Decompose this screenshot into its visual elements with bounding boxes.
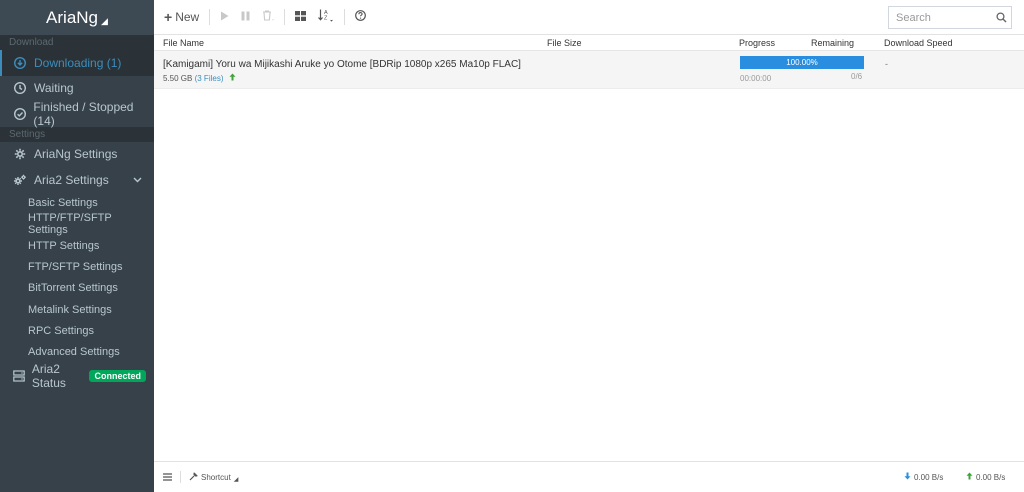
- sidebar-item-label: Downloading (1): [34, 55, 122, 70]
- sidebar-subitem-http[interactable]: HTTP Settings: [0, 235, 154, 256]
- sidebar-item-finished[interactable]: Finished / Stopped (14): [0, 99, 154, 128]
- task-remaining-time: 00:00:00: [740, 74, 772, 83]
- search-input[interactable]: [889, 11, 993, 24]
- global-upload-speed: 0.00 B/s: [966, 472, 1005, 482]
- sidebar-item-ariang-settings[interactable]: AriaNg Settings: [0, 142, 154, 168]
- start-button[interactable]: [214, 0, 235, 35]
- status-badge: Connected: [89, 369, 146, 382]
- table-header: File Name File Size Progress Remaining D…: [154, 35, 1024, 51]
- new-button[interactable]: + New: [158, 0, 205, 35]
- caret-down-icon: ◢: [233, 477, 239, 483]
- chevron-down-icon: [133, 175, 142, 185]
- play-icon: [220, 10, 229, 24]
- check-circle-icon: [11, 107, 28, 120]
- toolbar-divider: [344, 9, 346, 25]
- column-header-progress[interactable]: Progress: [739, 38, 775, 48]
- display-order-button[interactable]: [289, 0, 312, 35]
- search-icon[interactable]: [993, 12, 1011, 23]
- column-header-download-speed[interactable]: Download Speed: [884, 38, 953, 48]
- column-header-remaining[interactable]: Remaining: [811, 38, 854, 48]
- sidebar-item-aria2-settings[interactable]: Aria2 Settings: [0, 167, 154, 193]
- sidebar-item-downloading[interactable]: Downloading (1): [0, 50, 154, 76]
- arrow-up-icon: [229, 73, 236, 83]
- delete-button[interactable]: [256, 0, 280, 35]
- sort-button[interactable]: AZ: [312, 0, 340, 35]
- sidebar-subitem-bittorrent[interactable]: BitTorrent Settings: [0, 278, 154, 299]
- toolbar-divider: [284, 9, 286, 25]
- pause-button[interactable]: [235, 0, 256, 35]
- toolbar: + New AZ: [154, 0, 1024, 35]
- global-download-speed: 0.00 B/s: [904, 472, 943, 482]
- sidebar-subitem-ftp-sftp[interactable]: FTP/SFTP Settings: [0, 256, 154, 277]
- arrow-circle-down-icon: [11, 56, 29, 69]
- help-button[interactable]: [349, 0, 372, 35]
- sidebar-item-label: Aria2 Settings: [34, 172, 109, 187]
- svg-text:Z: Z: [324, 16, 328, 22]
- arrow-down-icon: [904, 472, 911, 482]
- task-download-speed: -: [885, 59, 888, 69]
- column-header-file-name[interactable]: File Name: [163, 38, 204, 48]
- sidebar-subitem-rpc[interactable]: RPC Settings: [0, 320, 154, 341]
- grid-icon: [295, 10, 307, 24]
- table-row[interactable]: [Kamigami] Yoru wa Mijikashi Aruke yo Ot…: [154, 51, 1024, 89]
- sidebar-item-aria2-status[interactable]: Aria2 Status Connected: [0, 361, 154, 390]
- task-meta: 5.50 GB (3 Files): [163, 73, 236, 83]
- progress-bar: 100.00%: [740, 56, 864, 69]
- sort-alpha-icon: AZ: [318, 9, 334, 25]
- sidebar-item-label: Waiting: [34, 81, 74, 96]
- toolbar-divider: [209, 9, 211, 25]
- shortcut-button[interactable]: Shortcut ◢: [189, 471, 238, 483]
- sidebar-item-label: AriaNg Settings: [34, 147, 118, 162]
- task-files-link[interactable]: (3 Files): [195, 74, 224, 83]
- column-header-file-size[interactable]: File Size: [547, 38, 582, 48]
- arrow-up-icon: [966, 472, 973, 482]
- upload-speed-value: 0.00 B/s: [976, 472, 1006, 482]
- task-pieces: 0/6: [851, 72, 863, 81]
- download-speed-value: 0.00 B/s: [914, 472, 944, 482]
- plus-icon: +: [164, 9, 173, 25]
- section-header-download: Download: [0, 35, 154, 50]
- gears-icon: [11, 174, 29, 186]
- server-icon: [11, 370, 27, 382]
- task-size: 5.50 GB: [163, 74, 193, 83]
- clock-icon: [11, 82, 29, 95]
- sidebar-item-waiting[interactable]: Waiting: [0, 76, 154, 102]
- sidebar-item-label: Finished / Stopped (14): [33, 99, 134, 128]
- sidebar-subitem-http-ftp-sftp[interactable]: HTTP/FTP/SFTP Settings: [0, 212, 154, 236]
- search-box: [888, 6, 1012, 29]
- sidebar: AriaNg ◢ Download Downloading (1) Waitin…: [0, 0, 154, 492]
- task-file-name[interactable]: [Kamigami] Yoru wa Mijikashi Aruke yo Ot…: [163, 59, 521, 70]
- menu-icon[interactable]: [154, 473, 180, 481]
- footer: Shortcut ◢ 0.00 B/s 0.00 B/s: [154, 461, 1024, 492]
- footer-divider: [180, 471, 181, 483]
- wrench-icon: [189, 471, 198, 483]
- brand-logo[interactable]: AriaNg ◢: [0, 0, 154, 35]
- task-table: File Name File Size Progress Remaining D…: [154, 35, 1024, 461]
- sidebar-item-label: Aria2 Status: [31, 361, 66, 390]
- caret-down-icon: ◢: [101, 16, 108, 26]
- brand-title: AriaNg: [46, 7, 99, 27]
- sidebar-subitem-basic[interactable]: Basic Settings: [0, 193, 154, 214]
- sidebar-subitem-advanced[interactable]: Advanced Settings: [0, 342, 154, 363]
- section-header-settings: Settings: [0, 126, 154, 142]
- shortcut-label: Shortcut: [201, 472, 231, 482]
- pause-icon: [241, 10, 250, 24]
- trash-icon: [262, 10, 275, 24]
- new-button-label: New: [175, 10, 200, 24]
- sidebar-subitem-metalink[interactable]: Metalink Settings: [0, 299, 154, 320]
- question-circle-icon: [355, 10, 367, 24]
- gear-icon: [11, 148, 29, 160]
